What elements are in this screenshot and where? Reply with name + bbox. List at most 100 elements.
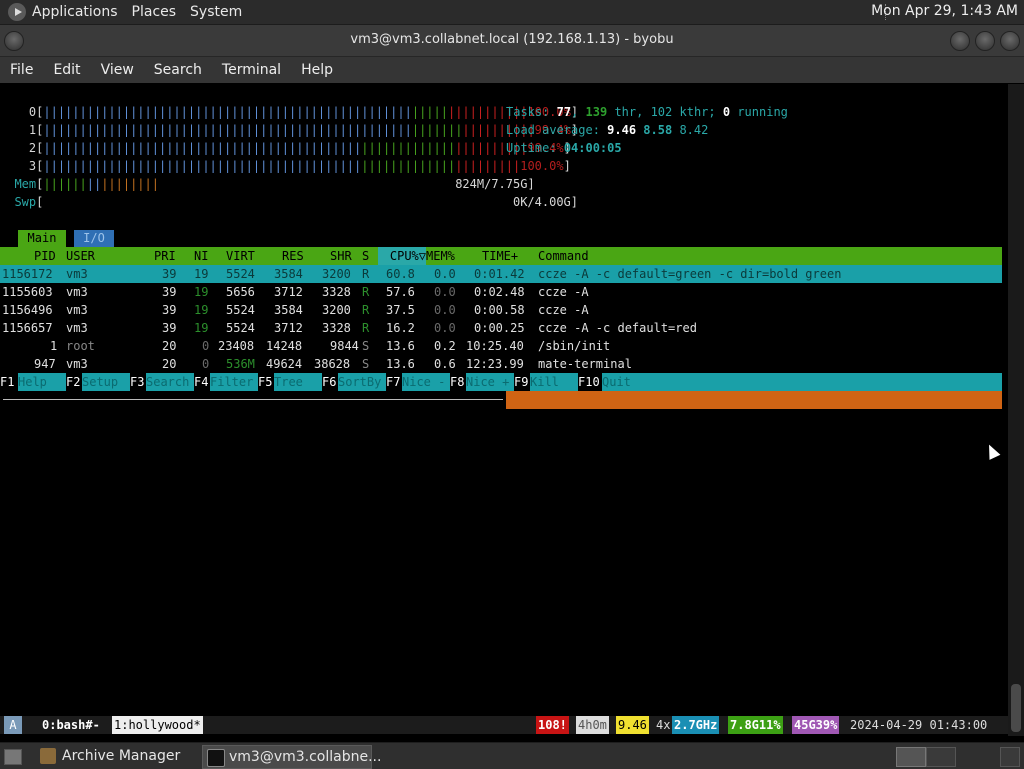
fkey-f2[interactable]: F2 <box>66 373 82 391</box>
trash-icon[interactable] <box>1000 747 1020 767</box>
cell-res: 14248 <box>266 339 303 353</box>
col-res[interactable]: RES <box>282 247 304 265</box>
mem-meter: Mem[|||||||||||||||| 824M/7.75G] <box>14 177 535 191</box>
cell-pri: 39 <box>162 303 177 317</box>
table-row[interactable]: 1155603 vm3 39 19 5656 3712 3328 R 57.6 … <box>0 283 1002 301</box>
cell-state: R <box>362 285 370 299</box>
byobu-disk: 45G39% <box>792 716 840 734</box>
menu-file[interactable]: File <box>10 62 33 78</box>
table-row[interactable]: 947 vm3 20 0 536M 49624 38628 S 13.6 0.6… <box>0 355 1002 373</box>
col-pri[interactable]: PRI <box>154 247 176 265</box>
cell-ni: 0 <box>202 357 210 371</box>
cell-pri: 39 <box>162 267 177 281</box>
menu-help[interactable]: Help <box>301 62 333 78</box>
fkey-f5[interactable]: F5 <box>258 373 274 391</box>
fkey-filter-label[interactable]: Filter <box>210 373 258 391</box>
fkey-f9[interactable]: F9 <box>514 373 530 391</box>
cell-shr: 9844 <box>330 339 359 353</box>
mate-logo-icon[interactable] <box>8 3 26 21</box>
cell-ni: 19 <box>194 321 209 335</box>
fkey-sortby-label[interactable]: SortBy <box>338 373 386 391</box>
cell-pri: 39 <box>162 285 177 299</box>
fkey-f1[interactable]: F1 <box>0 373 18 391</box>
panel-clock[interactable]: Mon Apr 29, 1:43 AM <box>871 3 1018 19</box>
col-pid[interactable]: PID <box>34 247 56 265</box>
cell-virt: 5656 <box>226 285 255 299</box>
fkey-setup-label[interactable]: Setup <box>82 373 130 391</box>
cell-user: vm3 <box>66 267 88 281</box>
fkey-f7[interactable]: F7 <box>386 373 402 391</box>
col-mem[interactable]: MEM% <box>426 247 455 265</box>
tab-io[interactable]: I/O <box>74 230 114 247</box>
minimize-button[interactable] <box>950 31 970 51</box>
cell-cpu: 13.6 <box>386 339 415 353</box>
tab-main[interactable]: Main <box>18 230 66 247</box>
col-cpu[interactable]: CPU%▽ <box>378 247 426 265</box>
table-row[interactable]: 1156657 vm3 39 19 5524 3712 3328 R 16.2 … <box>0 319 1002 337</box>
cell-virt: 23408 <box>218 339 255 353</box>
window-title: vm3@vm3.collabnet.local (192.168.1.13) -… <box>350 32 674 47</box>
menu-terminal[interactable]: Terminal <box>222 62 281 78</box>
byobu-window-1[interactable]: 1:hollywood* <box>112 716 203 734</box>
table-row[interactable]: 1 root 20 0 23408 14248 9844 S 13.6 0.2 … <box>0 337 1002 355</box>
cell-pid: 1156172 <box>2 267 53 281</box>
fkey-help-label[interactable]: Help <box>18 373 66 391</box>
cell-mem: 0.0 <box>434 267 456 281</box>
maximize-button[interactable] <box>975 31 995 51</box>
fkey-f4[interactable]: F4 <box>194 373 210 391</box>
load-average-info: Load average: 9.46 8.58 8.42 <box>506 123 709 137</box>
fkey-f6[interactable]: F6 <box>322 373 338 391</box>
cell-res: 3712 <box>274 321 303 335</box>
workspace-switcher-2[interactable] <box>926 747 956 767</box>
cell-time: 0:00.58 <box>474 303 525 317</box>
menu-edit[interactable]: Edit <box>53 62 80 78</box>
show-desktop-icon[interactable] <box>4 749 22 765</box>
bottom-taskbar: Archive Manager vm3@vm3.collabne... <box>0 742 1024 769</box>
col-time[interactable]: TIME+ <box>482 247 518 265</box>
scrollbar-thumb[interactable] <box>1011 684 1021 732</box>
fkey-tree-label[interactable]: Tree <box>274 373 322 391</box>
cell-ni: 19 <box>194 285 209 299</box>
function-key-bar: F1 Help F2 Setup F3 Search F4 Filter F5 … <box>0 373 1002 391</box>
close-button[interactable] <box>1000 31 1020 51</box>
fkey-f10[interactable]: F10 <box>578 373 602 391</box>
byobu-datetime: 2024-04-29 01:43:00 <box>850 718 988 732</box>
cell-res: 3712 <box>274 285 303 299</box>
cell-user: vm3 <box>66 357 88 371</box>
fkey-nice-minus-label[interactable]: Nice - <box>402 373 450 391</box>
fkey-kill-label[interactable]: Kill <box>530 373 578 391</box>
cell-virt: 5524 <box>226 303 255 317</box>
table-row[interactable]: 1156496 vm3 39 19 5524 3584 3200 R 37.5 … <box>0 301 1002 319</box>
fkey-search-label[interactable]: Search <box>146 373 194 391</box>
panel-menu-system[interactable]: System <box>190 4 242 20</box>
col-user[interactable]: USER <box>66 247 95 265</box>
col-s[interactable]: S <box>362 247 369 265</box>
terminal-menubar: File Edit View Search Terminal Help <box>0 57 1024 83</box>
menu-view[interactable]: View <box>101 62 134 78</box>
terminal-area[interactable]: 0[||||||||||||||||||||||||||||||||||||||… <box>0 84 1008 736</box>
terminal-scrollbar[interactable] <box>1008 84 1024 736</box>
taskbar-archive-manager[interactable]: Archive Manager <box>36 745 222 767</box>
panel-menu-places[interactable]: Places <box>132 4 177 20</box>
fkey-f3[interactable]: F3 <box>130 373 146 391</box>
workspace-switcher-1[interactable] <box>896 747 926 767</box>
col-ni[interactable]: NI <box>194 247 208 265</box>
cell-cpu: 37.5 <box>386 303 415 317</box>
byobu-window-0[interactable]: 0:bash#- <box>40 716 102 734</box>
cell-mem: 0.2 <box>434 339 456 353</box>
top-panel: Applications Places System Mon Apr 29, 1… <box>0 0 1024 25</box>
fkey-quit-label[interactable]: Quit <box>602 373 1002 391</box>
col-virt[interactable]: VIRT <box>226 247 255 265</box>
taskbar-terminal[interactable]: vm3@vm3.collabne... <box>202 745 381 769</box>
fkey-f8[interactable]: F8 <box>450 373 466 391</box>
menu-search[interactable]: Search <box>154 62 202 78</box>
panel-menu-applications[interactable]: Applications <box>32 4 118 20</box>
table-row[interactable]: 1156172 vm3 39 19 5524 3584 3200 R 60.8 … <box>0 265 1002 283</box>
window-titlebar[interactable]: vm3@vm3.collabnet.local (192.168.1.13) -… <box>0 25 1024 57</box>
pane-separator <box>3 399 503 400</box>
col-shr[interactable]: SHR <box>330 247 352 265</box>
cell-virt: 5524 <box>226 267 255 281</box>
col-command[interactable]: Command <box>538 247 589 265</box>
fkey-nice-plus-label[interactable]: Nice + <box>466 373 514 391</box>
cell-command: ccze -A -c default=green -c dir=bold gre… <box>538 267 842 281</box>
